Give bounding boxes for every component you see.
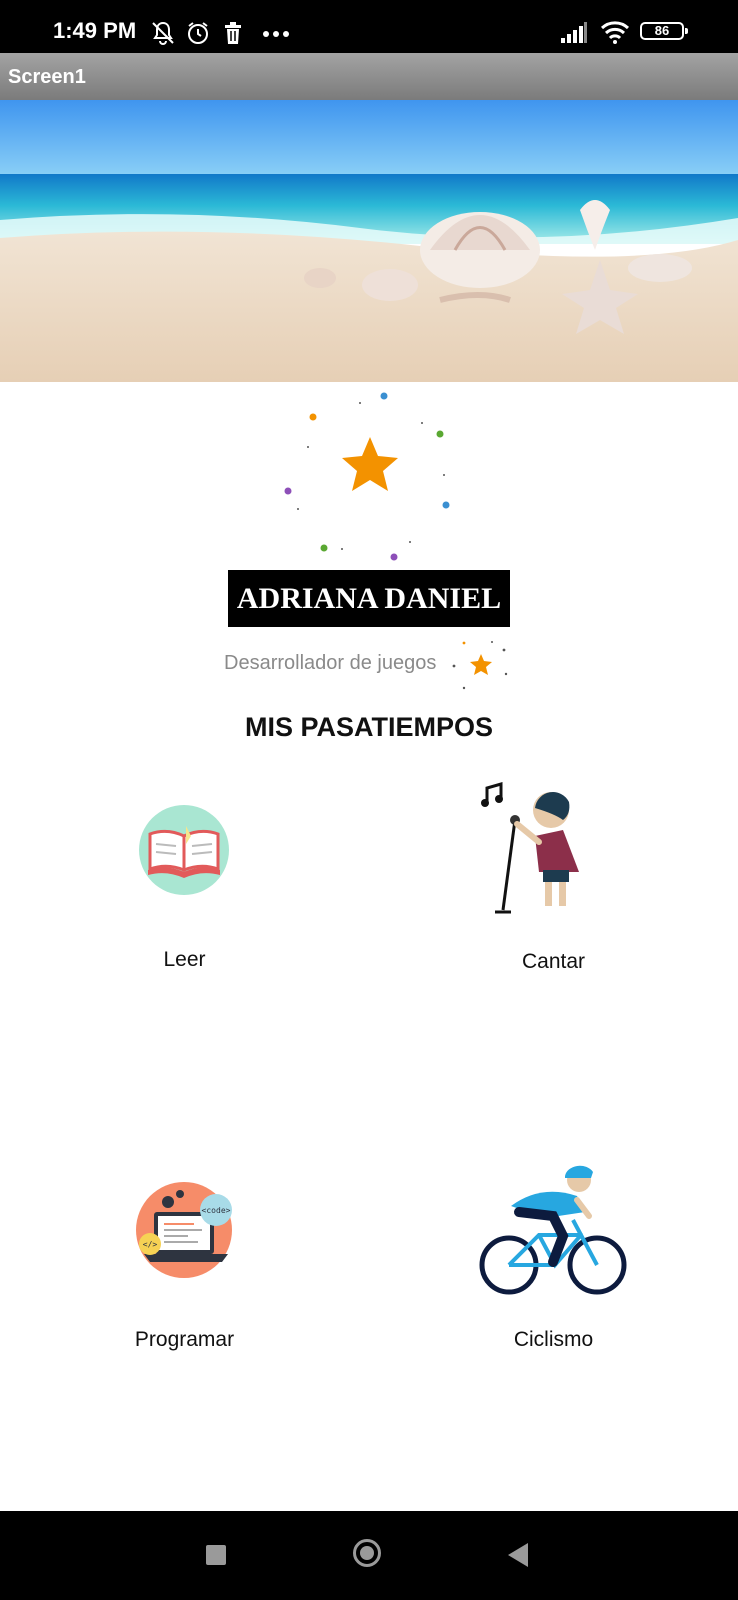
hobby-label: Cantar — [521, 950, 586, 973]
app-title-bar: Screen1 — [0, 53, 738, 100]
hobby-leer[interactable]: Leer — [0, 780, 369, 980]
profile-role: Desarrollador de juegos — [224, 652, 437, 674]
hobby-label: Leer — [163, 948, 206, 971]
singer-icon — [481, 782, 579, 914]
beach-banner-image — [0, 100, 738, 382]
star-burst-animation — [270, 385, 470, 565]
hobby-ciclismo[interactable]: Ciclismo — [369, 1160, 738, 1360]
status-time: 1:49 PM — [53, 18, 137, 43]
screen-title: Screen1 — [8, 66, 86, 88]
laptop-code-icon: <code> </> — [136, 1182, 232, 1278]
home-icon[interactable] — [353, 1539, 381, 1567]
svg-text:</>: </> — [143, 1240, 158, 1249]
more-dots-icon — [263, 31, 289, 37]
status-bar: 1:49 PM 86 — [0, 0, 738, 53]
alarm-icon — [188, 22, 208, 44]
hobbies-title: MIS PASATIEMPOS — [244, 712, 494, 742]
hobby-label: Programar — [134, 1328, 235, 1351]
system-nav-bar — [0, 1511, 738, 1600]
signal-icon — [561, 22, 587, 43]
hobby-cantar[interactable]: Cantar — [369, 780, 738, 980]
trash-icon — [225, 22, 241, 44]
hobby-programar[interactable]: <code> </> Programar — [0, 1170, 369, 1370]
cyclist-icon — [479, 1165, 627, 1295]
open-book-icon — [139, 805, 229, 895]
svg-text:<code>: <code> — [202, 1206, 231, 1215]
profile-name: ADRIANA DANIEL — [228, 570, 510, 627]
battery-icon: 86 — [640, 22, 688, 40]
mute-notifications-icon — [152, 21, 174, 45]
hobby-label: Ciclismo — [513, 1328, 594, 1351]
small-star-icon — [448, 636, 510, 692]
recent-apps-icon[interactable] — [206, 1545, 226, 1565]
wifi-icon — [600, 21, 630, 44]
back-icon[interactable] — [508, 1543, 528, 1567]
